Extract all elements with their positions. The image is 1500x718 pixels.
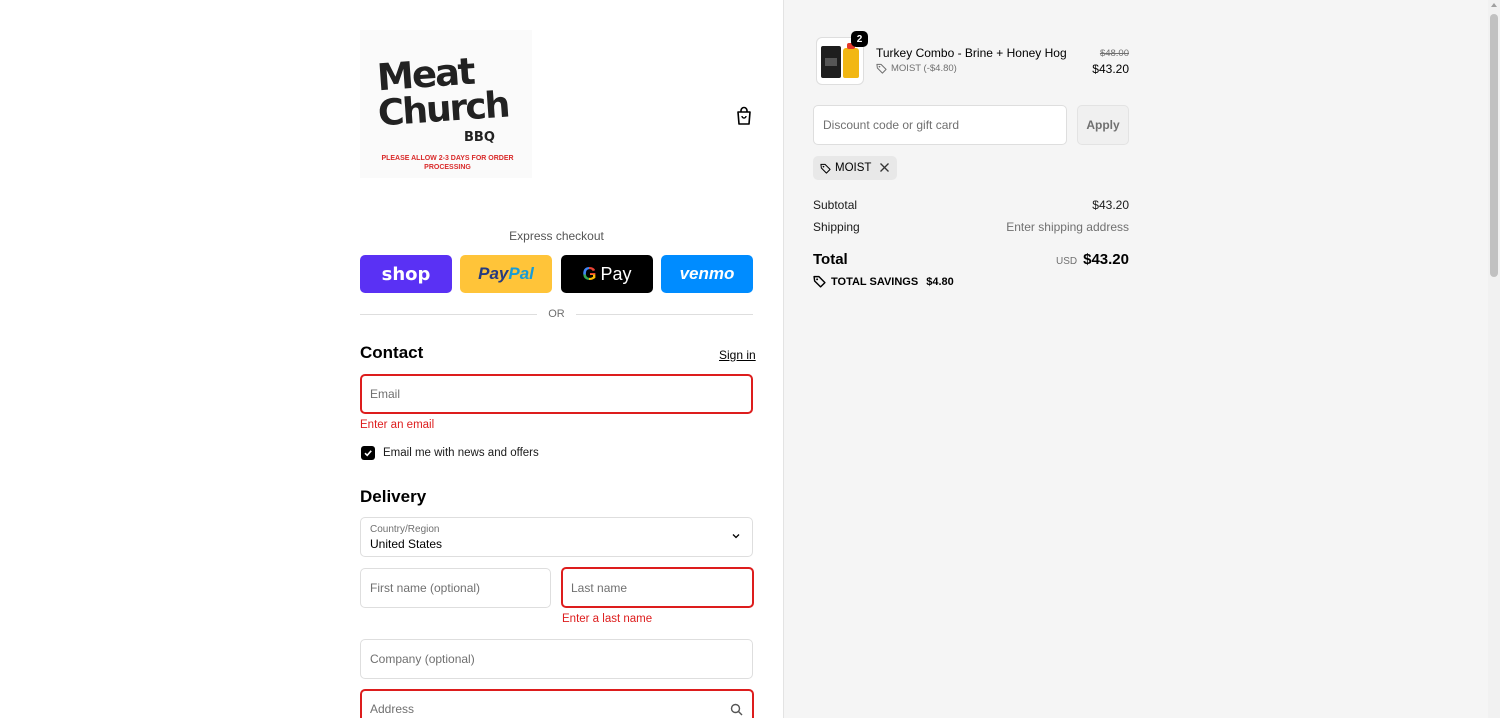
contact-heading: Contact <box>360 343 424 362</box>
subtotal-value: $43.20 <box>1092 198 1129 212</box>
shop-pay-label: shop <box>381 263 431 285</box>
last-name-field[interactable]: Last name <box>561 567 754 608</box>
google-pay-button[interactable]: G Pay <box>561 255 653 293</box>
close-icon[interactable] <box>879 162 890 173</box>
apply-button[interactable]: Apply <box>1077 105 1129 145</box>
last-name-placeholder: Last name <box>571 580 628 595</box>
paypal-label-pay: Pay <box>478 264 509 283</box>
company-placeholder: Company (optional) <box>370 652 475 666</box>
delivery-heading: Delivery <box>360 487 427 506</box>
applied-code-text: MOIST <box>835 162 872 174</box>
first-name-field[interactable]: First name (optional) <box>360 568 551 608</box>
page-scrollbar[interactable] <box>1488 0 1500 718</box>
paypal-button[interactable]: Pay Pal <box>460 255 552 293</box>
address-placeholder: Address <box>370 702 415 716</box>
shipping-label: Shipping <box>813 220 860 234</box>
tag-icon <box>876 63 887 74</box>
logo-text-church: Church <box>376 84 510 135</box>
email-field[interactable]: Email <box>360 374 753 414</box>
venmo-button[interactable]: venmo <box>661 255 753 293</box>
original-price: $48.00 <box>1099 48 1129 59</box>
country-label: Country/Region <box>370 524 440 535</box>
brine-bag-image <box>821 46 841 78</box>
product-discount-text: MOIST (-$4.80) <box>891 63 957 74</box>
email-error: Enter an email <box>360 419 435 431</box>
discount-code-placeholder: Discount code or gift card <box>823 118 960 132</box>
total-amount: USD $43.20 <box>960 251 1129 268</box>
or-divider: OR <box>360 307 753 321</box>
discount-code-input[interactable]: Discount code or gift card <box>813 105 1067 145</box>
product-name: Turkey Combo - Brine + Honey Hog <box>876 46 1067 60</box>
checkmark-icon <box>364 450 372 457</box>
google-pay-label: Pay <box>600 263 632 284</box>
shop-pay-button[interactable]: shop <box>360 255 452 293</box>
honey-hog-bottle-image <box>843 43 859 78</box>
total-savings: TOTAL SAVINGS $4.80 <box>813 275 954 288</box>
sign-in-link[interactable]: Sign in <box>719 348 756 362</box>
logo-text-bbq: BBQ <box>464 130 495 145</box>
scrollbar-thumb[interactable] <box>1490 14 1498 277</box>
discounted-price: $43.20 <box>1092 62 1129 76</box>
currency-code: USD <box>1055 256 1078 267</box>
total-label: Total <box>813 251 848 268</box>
venmo-label: venmo <box>679 264 735 283</box>
newsletter-label[interactable]: Email me with news and offers <box>383 447 539 459</box>
country-select[interactable]: Country/Region United States <box>360 517 753 557</box>
logo-processing-note: PLEASE ALLOW 2-3 DAYS FOR ORDER PROCESSI… <box>381 155 514 171</box>
paypal-label-pal: Pal <box>508 264 534 283</box>
total-value: $43.20 <box>1083 251 1129 268</box>
savings-value: $4.80 <box>926 275 954 288</box>
tag-icon <box>820 163 831 174</box>
email-placeholder: Email <box>370 387 401 401</box>
divider-line-right <box>576 314 753 315</box>
google-g-logo: G <box>582 263 597 284</box>
express-checkout-label: Express checkout <box>509 229 604 243</box>
store-logo[interactable]: Meat Church BBQ PLEASE ALLOW 2-3 DAYS FO… <box>360 30 532 178</box>
first-name-placeholder: First name (optional) <box>370 581 481 595</box>
savings-label: TOTAL SAVINGS <box>831 275 919 288</box>
tag-icon <box>813 275 826 288</box>
company-field[interactable]: Company (optional) <box>360 639 753 679</box>
chevron-down-icon <box>732 534 740 539</box>
country-value: United States <box>370 537 443 551</box>
last-name-error: Enter a last name <box>562 613 653 625</box>
shopping-bag-icon[interactable] <box>735 106 753 126</box>
search-icon[interactable] <box>730 703 743 716</box>
quantity-badge: 2 <box>851 31 868 47</box>
shipping-value: Enter shipping address <box>1006 220 1129 234</box>
subtotal-label: Subtotal <box>813 198 858 212</box>
address-field[interactable]: Address <box>360 689 754 718</box>
scroll-up-arrow[interactable] <box>1491 3 1497 7</box>
newsletter-checkbox[interactable] <box>361 446 375 460</box>
product-discount: MOIST (-$4.80) <box>876 63 957 74</box>
